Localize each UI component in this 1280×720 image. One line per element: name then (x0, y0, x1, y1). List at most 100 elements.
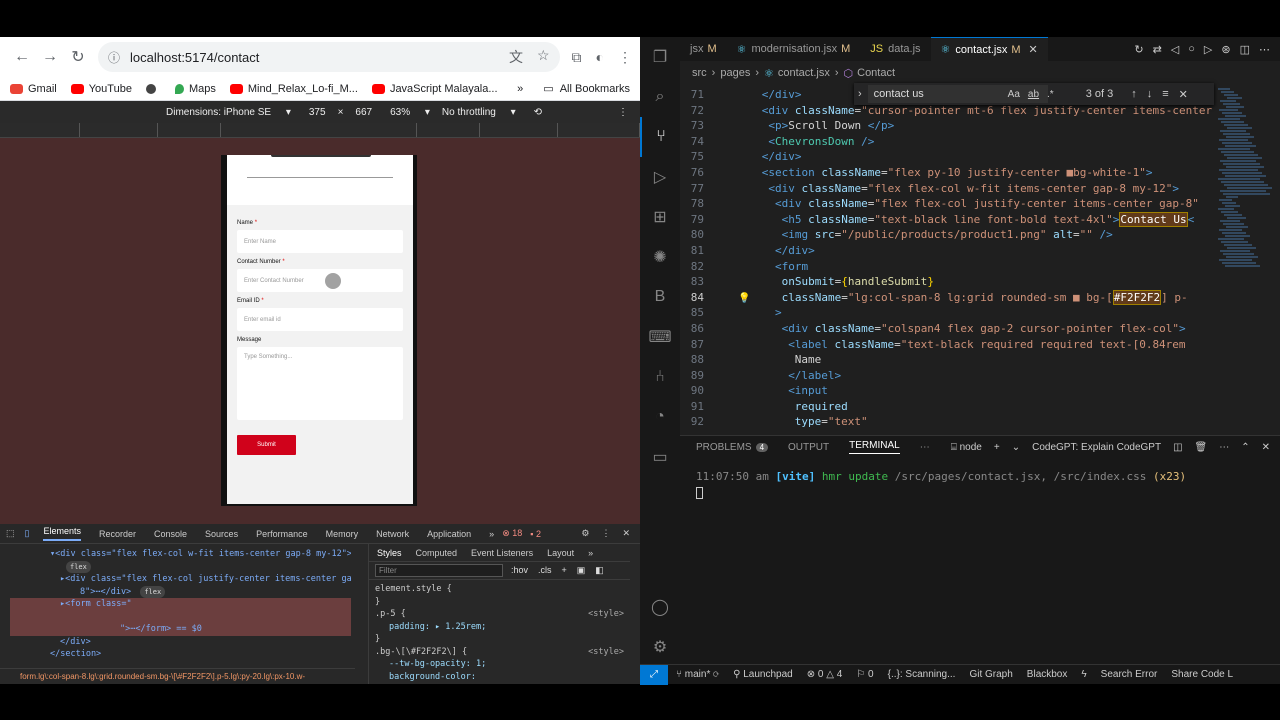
share-code-status[interactable]: Share Code L (1171, 669, 1233, 680)
styles-filter-input[interactable]: Filter (375, 564, 503, 577)
next-match-icon[interactable]: ↓ (1147, 88, 1153, 101)
tab-modernisation[interactable]: ⚛ modernisation.jsx M (727, 37, 861, 61)
warning-count-badge[interactable]: ▪ 2 (530, 529, 541, 539)
zoom-select[interactable]: 63% ▾ (390, 107, 430, 118)
extensions-icon[interactable]: ⊞ (640, 197, 680, 237)
mobile-page[interactable]: Name * Enter Name Contact Number * Enter… (227, 155, 413, 504)
paint-icon[interactable]: ▣ (577, 565, 586, 576)
toggle-replace-icon[interactable]: › (858, 88, 862, 100)
bookmark-lofi[interactable]: Mind_Relax_Lo-fi_M... (229, 83, 358, 95)
code-line[interactable]: 77 <div className="flex flex-col w-fit it… (680, 181, 1220, 197)
panel-more-icon[interactable]: ⋯ (1219, 442, 1229, 453)
error-count-badge[interactable]: ⊗ 18 (502, 528, 522, 539)
height-field[interactable]: 667 (355, 107, 372, 118)
reload-icon[interactable]: ↻ (64, 43, 92, 71)
close-icon[interactable]: ✕ (622, 528, 630, 539)
codegpt-icon[interactable]: ⌨ (640, 317, 680, 357)
width-field[interactable]: 375 (309, 107, 326, 118)
device-select[interactable]: Dimensions: iPhone SE ▾ (166, 107, 291, 118)
rule-property[interactable]: background-color: (375, 671, 624, 684)
chatgpt-icon[interactable]: ✺ (640, 237, 680, 277)
settings-gear-icon[interactable]: ⚙ (581, 528, 589, 539)
dom-node[interactable]: </section> (10, 648, 351, 661)
add-rule-icon[interactable]: + (562, 565, 567, 576)
breadcrumb-src[interactable]: src (692, 67, 707, 79)
account-icon[interactable]: ◯ (640, 587, 680, 627)
rule-source-link[interactable]: <style> (588, 646, 624, 659)
split-editor-icon[interactable]: ◫ (1240, 43, 1250, 56)
code-line[interactable]: 89 </label> (680, 368, 1220, 384)
live-share-icon[interactable]: ⊛ (1221, 43, 1230, 56)
code-line[interactable]: 91 required (680, 399, 1220, 415)
code-line[interactable]: 90 <input (680, 383, 1220, 399)
compare-icon[interactable]: ⇄ (1153, 43, 1162, 56)
more-tabs-icon[interactable]: » (489, 529, 494, 539)
tab-memory[interactable]: Memory (326, 529, 359, 539)
regex-toggle[interactable]: .* (1047, 89, 1054, 100)
media-query-ruler[interactable] (0, 123, 640, 138)
inspect-element-icon[interactable]: ⬚ (6, 528, 15, 539)
code-line[interactable]: 78 <div className="flex flex-col justify-… (680, 196, 1220, 212)
tab-styles[interactable]: Styles (377, 548, 402, 558)
dom-node[interactable]: ▸<div class="flex flex-col justify-cente… (10, 573, 351, 586)
rule-selector[interactable]: element.style { (375, 583, 624, 596)
dom-node-selected-end[interactable]: ">⋯</form> == $0 (10, 623, 351, 636)
split-terminal-icon[interactable]: ◫ (1173, 442, 1182, 453)
forward-icon[interactable]: ▷ (1204, 43, 1212, 56)
timeline-icon[interactable]: ◔ (640, 397, 680, 437)
code-line[interactable]: 80 <img src = "/public/products/product1.pn… (680, 227, 1220, 243)
flex-badge[interactable]: flex (140, 585, 166, 598)
rule-selector[interactable]: .p-5 {<style> (375, 608, 624, 621)
code-line[interactable]: 88 Name (680, 352, 1220, 368)
tab-sources[interactable]: Sources (205, 529, 238, 539)
more-actions-icon[interactable]: ⋯ (1259, 43, 1270, 56)
code-editor[interactable]: 71 </div> 72 <div className="cursor-pointer… (680, 87, 1220, 431)
dom-node-selected[interactable]: ▸<form class=" (10, 598, 351, 611)
name-input[interactable]: Enter Name (237, 230, 403, 253)
code-line[interactable]: 75 </div> (680, 149, 1220, 165)
new-terminal-icon[interactable]: + (994, 442, 1000, 453)
extensions-icon[interactable]: ⧉ (572, 49, 582, 66)
match-case-toggle[interactable]: Aa (1008, 89, 1020, 100)
launchpad-status[interactable]: ⚲ Launchpad (733, 669, 793, 680)
previous-match-icon[interactable]: ↑ (1131, 88, 1137, 101)
code-line[interactable]: 83 onSubmit={handleSubmit} (680, 274, 1220, 290)
search-error-status[interactable]: Search Error (1101, 669, 1158, 680)
find-in-selection-icon[interactable]: ≡ (1162, 88, 1168, 101)
site-info-icon[interactable]: ⓘ (108, 49, 120, 66)
device-menu-kebab-icon[interactable]: ⋮ (618, 107, 628, 118)
breadcrumb-file[interactable]: contact.jsx (778, 67, 830, 79)
bookmarks-overflow-icon[interactable]: » (517, 83, 523, 95)
breadcrumb-pages[interactable]: pages (720, 67, 750, 79)
message-textarea[interactable]: Type Something... (237, 347, 403, 420)
tab-jsx[interactable]: jsx M (680, 37, 727, 61)
close-tab-icon[interactable]: ✕ (1029, 43, 1038, 56)
explorer-icon[interactable]: ❐ (640, 37, 680, 77)
terminal-output[interactable]: 11:07:50 am [vite] hmr update /src/pages… (680, 458, 1280, 514)
submit-button[interactable]: Submit (237, 435, 296, 455)
tab-problems[interactable]: PROBLEMS 4 (696, 442, 769, 453)
hov-toggle[interactable]: :hov (511, 565, 528, 576)
code-line[interactable]: 82 <form (680, 259, 1220, 275)
code-line[interactable]: 86 <div className="colspan4 flex gap-2 cu… (680, 321, 1220, 337)
run-debug-icon[interactable]: ▷ (640, 157, 680, 197)
forward-arrow-icon[interactable]: → (36, 43, 64, 71)
rule-property[interactable]: --tw-bg-opacity: 1; (375, 658, 624, 671)
bookmark-globe[interactable] (145, 83, 161, 94)
flex-badge[interactable]: flex (66, 560, 91, 573)
rule-source-link[interactable]: <style> (588, 608, 624, 621)
manage-gear-icon[interactable]: ⚙ (640, 627, 680, 667)
code-line[interactable]: 76 <section className="flex py-10 justify… (680, 165, 1220, 181)
lightbulb-icon[interactable]: 💡 (738, 293, 750, 304)
tab-terminal[interactable]: TERMINAL (849, 440, 900, 454)
code-line[interactable]: 73 <p>Scroll Down </p> (680, 118, 1220, 134)
breadcrumb-symbol[interactable]: Contact (857, 67, 895, 79)
code-line[interactable]: 85 > (680, 305, 1220, 321)
dom-node[interactable]: ▾<div class="flex flex-col w-fit items-c… (10, 548, 351, 561)
tab-event-listeners[interactable]: Event Listeners (471, 548, 533, 558)
blackbox-icon[interactable]: B (640, 277, 680, 317)
codegpt-explain[interactable]: CodeGPT: Explain CodeGPT (1032, 442, 1161, 453)
tab-performance[interactable]: Performance (256, 529, 308, 539)
throttle-select[interactable]: No throttling ▾ (442, 107, 516, 118)
source-control-icon[interactable]: ⑂ (640, 117, 680, 157)
